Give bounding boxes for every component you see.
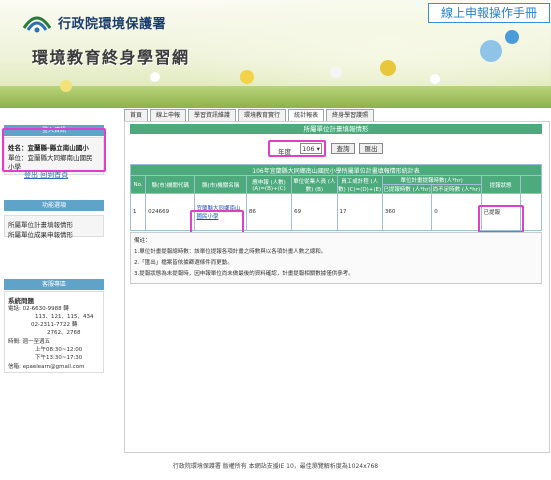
col-no: No. bbox=[129, 175, 147, 194]
export-button[interactable]: 匯出 bbox=[359, 143, 383, 154]
customer-service-box: 系統問題 電話: 02-6630-9988 轉 113、121、115、434 … bbox=[4, 291, 104, 373]
chevron-down-icon: ▾ bbox=[316, 145, 320, 153]
cell-b: 69 bbox=[291, 193, 338, 231]
col-submitted: 已提報時數 (人*hr) bbox=[381, 184, 433, 194]
login-highlight bbox=[2, 128, 106, 172]
col-exempt: 單位從業人員 (人數) (B) bbox=[291, 175, 338, 194]
cell-a: 86 bbox=[245, 193, 293, 231]
tab-env-education[interactable]: 環境教育實行 bbox=[238, 109, 287, 121]
year-select-value: 106 bbox=[302, 145, 315, 153]
sidebar-item-plan-status[interactable]: 所屬單位計畫填報情形 bbox=[8, 219, 73, 229]
cell-code: 024669 bbox=[145, 193, 196, 231]
col-should: 應申報 (人數) (A)=(B)+(C) bbox=[245, 175, 293, 194]
contact-email[interactable]: 信箱: epaelearn@gmail.com bbox=[8, 362, 84, 370]
online-manual-link[interactable]: 線上申報操作手冊 bbox=[428, 3, 550, 23]
note-1: 1.單位計畫提報總時數：該單位提報各項計畫之時數與以各項計畫人數之總和。 bbox=[134, 249, 327, 255]
logout-home-link[interactable]: 登出 回到首頁 bbox=[24, 170, 68, 180]
tab-home[interactable]: 首頁 bbox=[124, 109, 149, 121]
customer-service-header: 客服專區 bbox=[4, 279, 104, 290]
col-name: 縣(市)機關名稱 bbox=[194, 175, 247, 194]
sidebar-item-result-status[interactable]: 所屬單位成果申報情形 bbox=[8, 229, 73, 239]
query-button[interactable]: 查詢 bbox=[331, 143, 355, 154]
note-2: 2.「匯出」檔案皆依據篩選條件而更動。 bbox=[134, 260, 233, 266]
contact-phone-1: 電話: 02-6630-9988 轉 bbox=[8, 306, 69, 312]
cell-c: 17 bbox=[336, 193, 383, 231]
year-label: 年度 bbox=[278, 148, 291, 156]
year-select[interactable]: 106 ▾ bbox=[300, 143, 322, 154]
status-highlight bbox=[478, 205, 524, 233]
col-group-hours: 單位計畫提報時數(人*hr) bbox=[381, 175, 482, 185]
function-options-header: 功能選項 bbox=[4, 200, 104, 211]
tab-learning-info[interactable]: 學習資訊維護 bbox=[188, 109, 237, 121]
contact-hours: 時間: 週一至週五 bbox=[8, 339, 51, 345]
notes-title: 備註： bbox=[134, 238, 151, 244]
cell-shortfall: 0 bbox=[431, 193, 482, 231]
notes-box: 備註： 1.單位計畫提報總時數：該單位提報各項計畫之時數與以各項計畫人數之總和。… bbox=[130, 232, 542, 284]
epa-logo-icon bbox=[22, 16, 52, 33]
agency-name: 行政院環境保護署 bbox=[58, 17, 167, 32]
table-caption: 106年宜蘭縣大同鄉南山國民小學所屬單位計畫填報情形統計表 bbox=[130, 164, 542, 176]
col-status: 提報狀態 bbox=[480, 175, 521, 194]
footer-text: 行政院環境保護署 版權所有 本網站支援IE 10，最佳瀏覽解析度為1024x76… bbox=[172, 463, 379, 470]
site-title: 環境教育終身學習網 bbox=[32, 48, 190, 67]
col-staff: 員工或計程 (人數) (C)=(D)+(E) bbox=[336, 175, 383, 194]
function-options-box: 所屬單位計畫填報情形 所屬單位成果申報情形 bbox=[4, 215, 104, 239]
contact-phone-1-ext: 113、121、115、434 bbox=[35, 314, 94, 320]
contact-phone-2: 02-2311-7722 轉 bbox=[31, 322, 78, 328]
panel-title: 所屬單位計畫填報情形 bbox=[130, 124, 542, 134]
main-tabs: 首頁 線上申報 學習資訊維護 環境教育實行 統計報表 終身學習護照 bbox=[124, 109, 375, 121]
contact-phone-2-ext: 2762、2768 bbox=[47, 330, 81, 336]
tab-passport[interactable]: 終身學習護照 bbox=[326, 109, 375, 121]
contact-hours-pm: 下午13:30~17:30 bbox=[35, 355, 83, 361]
col-code: 縣(市)機關代碼 bbox=[145, 175, 196, 194]
tab-statistics[interactable]: 統計報表 bbox=[288, 109, 325, 121]
tab-online-report[interactable]: 線上申報 bbox=[150, 109, 187, 121]
cell-submitted: 360 bbox=[381, 193, 433, 231]
note-3: 3.提報狀態為未提報時，因申報單位尚未做最後的資料確認，計畫提報相關數據僅供參考… bbox=[134, 271, 354, 277]
cell-no: 1 bbox=[129, 193, 147, 231]
col-shortfall: 尚不足時數 (人*hr) bbox=[431, 184, 482, 194]
col-spacer bbox=[519, 175, 543, 194]
contact-hours-am: 上午08:30~12:00 bbox=[35, 347, 83, 353]
